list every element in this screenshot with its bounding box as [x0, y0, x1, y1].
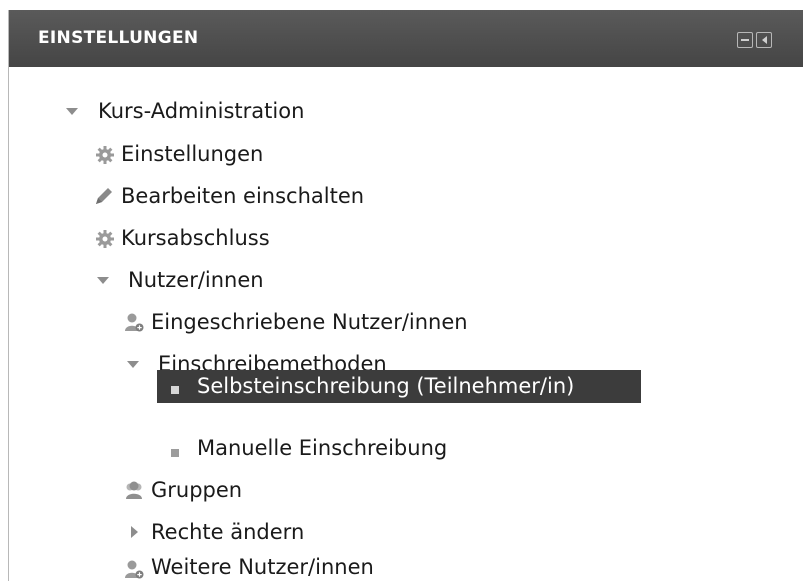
group-icon [126, 481, 142, 499]
tree-item-manuelle-einschreibung[interactable]: Manuelle Einschreibung [9, 433, 609, 463]
gear-icon [96, 146, 114, 164]
tree-item-einstellungen[interactable]: Einstellungen [9, 139, 409, 169]
tree-item-kursabschluss[interactable]: Kursabschluss [9, 223, 409, 253]
tree-item-label: Gruppen [151, 478, 243, 502]
tree-item-label: Einstellungen [121, 142, 264, 166]
tree-item-selbsteinschreibung[interactable]: Selbsteinschreibung (Teilnehmer/in) [157, 370, 641, 403]
tree-item-nutzer-innen[interactable]: Nutzer/innen [9, 265, 409, 295]
block-header: EINSTELLUNGEN [9, 10, 803, 67]
block-title: EINSTELLUNGEN [38, 28, 199, 48]
tree-item-label: Manuelle Einschreibung [197, 436, 448, 460]
expanded-arrow-icon[interactable] [127, 361, 139, 368]
tree-item-rechte-aendern[interactable]: Rechte ändern [9, 517, 409, 547]
user-add-icon [125, 560, 144, 579]
user-add-icon [125, 313, 144, 332]
pencil-icon [96, 188, 112, 204]
tree-item-label: Eingeschriebene Nutzer/innen [151, 310, 468, 334]
bullet-icon [171, 449, 179, 457]
tree-item-kurs-administration[interactable]: Kurs-Administration [9, 96, 409, 126]
tree-item-label: Kursabschluss [121, 226, 270, 250]
dock-icon[interactable] [756, 32, 772, 48]
tree-item-bearbeiten-einschalten[interactable]: Bearbeiten einschalten [9, 181, 409, 211]
bullet-icon [171, 386, 179, 394]
gear-icon [96, 230, 114, 248]
tree-item-label: Rechte ändern [151, 520, 305, 544]
tree-item-label: Weitere Nutzer/innen [151, 555, 374, 579]
expanded-arrow-icon[interactable] [97, 277, 109, 284]
tree-item-label: Selbsteinschreibung (Teilnehmer/in) [197, 374, 575, 398]
tree-item-label: Kurs-Administration [98, 99, 305, 123]
settings-tree: Kurs-Administration Einstellungen Bearbe… [9, 67, 803, 581]
settings-block: EINSTELLUNGEN Kurs-Administration Einste… [8, 10, 803, 581]
tree-item-label: Bearbeiten einschalten [121, 184, 365, 208]
tree-item-weitere-nutzer[interactable]: Weitere Nutzer/innen [9, 552, 509, 582]
tree-item-label: Nutzer/innen [128, 268, 264, 292]
tree-item-gruppen[interactable]: Gruppen [9, 475, 409, 505]
tree-item-eingeschriebene-nutzer[interactable]: Eingeschriebene Nutzer/innen [9, 307, 609, 337]
expanded-arrow-icon[interactable] [66, 108, 78, 115]
collapse-icon[interactable] [737, 32, 753, 48]
collapsed-arrow-icon[interactable] [131, 526, 138, 538]
